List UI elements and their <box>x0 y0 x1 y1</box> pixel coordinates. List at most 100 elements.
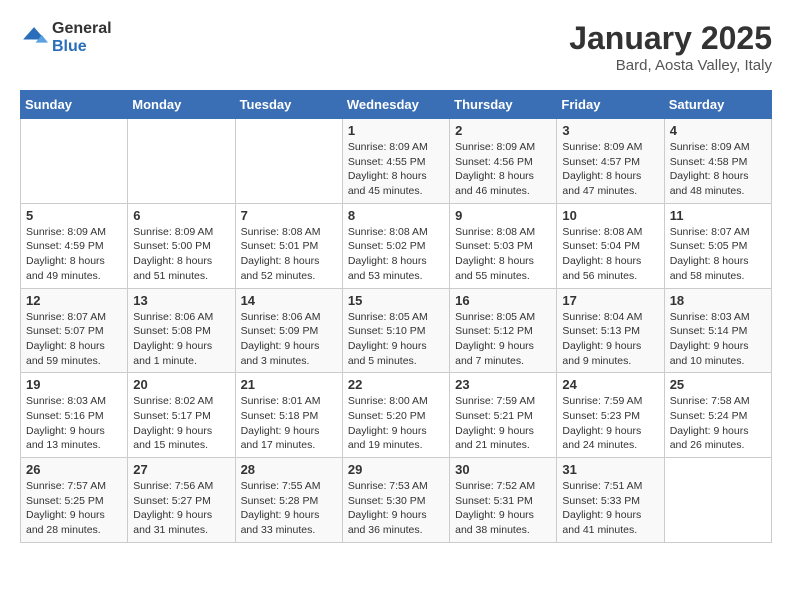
calendar-cell: 13 Sunrise: 8:06 AM Sunset: 5:08 PM Dayli… <box>128 288 235 373</box>
day-number: 22 <box>348 377 444 392</box>
day-info: Sunrise: 8:09 AM Sunset: 4:58 PM Dayligh… <box>670 140 766 199</box>
logo: General Blue <box>20 20 112 55</box>
day-info: Sunrise: 8:05 AM Sunset: 5:10 PM Dayligh… <box>348 310 444 369</box>
logo-icon <box>20 24 48 52</box>
calendar-cell: 16Sunrise: 8:05 AM Sunset: 5:12 PM Dayli… <box>450 288 557 373</box>
day-number: 7 <box>241 208 337 223</box>
day-info: Sunrise: 8:09 AM Sunset: 4:56 PM Dayligh… <box>455 140 551 199</box>
calendar-body: 1 Sunrise: 8:09 AM Sunset: 4:55 PM Daylig… <box>21 119 772 543</box>
calendar-cell: 19 Sunrise: 8:03 AM Sunset: 5:16 PM Dayli… <box>21 373 128 458</box>
day-header-tuesday: Tuesday <box>235 91 342 119</box>
location: Bard, Aosta Valley, Italy <box>569 57 772 74</box>
calendar-cell: 15Sunrise: 8:05 AM Sunset: 5:10 PM Dayli… <box>342 288 449 373</box>
calendar-cell <box>128 119 235 204</box>
day-info: Sunrise: 7:59 AM Sunset: 5:21 PM Dayligh… <box>455 394 551 453</box>
day-info: Sunrise: 7:57 AM Sunset: 5:25 PM Dayligh… <box>26 479 122 538</box>
day-info: Sunrise: 8:06 AM Sunset: 5:09 PM Dayligh… <box>241 310 337 369</box>
day-number: 24 <box>562 377 658 392</box>
day-info: Sunrise: 8:03 AM Sunset: 5:16 PM Dayligh… <box>26 394 122 453</box>
day-number: 21 <box>241 377 337 392</box>
calendar-cell: 3 Sunrise: 8:09 AM Sunset: 4:57 PM Daylig… <box>557 119 664 204</box>
day-info: Sunrise: 8:09 AM Sunset: 4:59 PM Dayligh… <box>26 225 122 284</box>
day-number: 31 <box>562 462 658 477</box>
day-number: 20 <box>133 377 229 392</box>
day-number: 11 <box>670 208 766 223</box>
day-info: Sunrise: 8:00 AM Sunset: 5:20 PM Dayligh… <box>348 394 444 453</box>
calendar-cell: 25Sunrise: 7:58 AM Sunset: 5:24 PM Dayli… <box>664 373 771 458</box>
day-number: 30 <box>455 462 551 477</box>
day-header-monday: Monday <box>128 91 235 119</box>
calendar-cell: 30Sunrise: 7:52 AM Sunset: 5:31 PM Dayli… <box>450 458 557 543</box>
day-number: 29 <box>348 462 444 477</box>
calendar-cell: 20 Sunrise: 8:02 AM Sunset: 5:17 PM Dayli… <box>128 373 235 458</box>
week-row-3: 12 Sunrise: 8:07 AM Sunset: 5:07 PM Dayli… <box>21 288 772 373</box>
calendar-cell: 11Sunrise: 8:07 AM Sunset: 5:05 PM Dayli… <box>664 203 771 288</box>
day-number: 14 <box>241 293 337 308</box>
calendar-cell: 10Sunrise: 8:08 AM Sunset: 5:04 PM Dayli… <box>557 203 664 288</box>
day-info: Sunrise: 8:01 AM Sunset: 5:18 PM Dayligh… <box>241 394 337 453</box>
day-info: Sunrise: 8:08 AM Sunset: 5:04 PM Dayligh… <box>562 225 658 284</box>
day-info: Sunrise: 8:08 AM Sunset: 5:03 PM Dayligh… <box>455 225 551 284</box>
day-info: Sunrise: 7:55 AM Sunset: 5:28 PM Dayligh… <box>241 479 337 538</box>
day-number: 1 <box>348 123 444 138</box>
day-number: 17 <box>562 293 658 308</box>
day-number: 8 <box>348 208 444 223</box>
calendar-cell: 9 Sunrise: 8:08 AM Sunset: 5:03 PM Daylig… <box>450 203 557 288</box>
calendar-cell: 8 Sunrise: 8:08 AM Sunset: 5:02 PM Daylig… <box>342 203 449 288</box>
calendar-cell: 17 Sunrise: 8:04 AM Sunset: 5:13 PM Dayli… <box>557 288 664 373</box>
day-info: Sunrise: 8:09 AM Sunset: 5:00 PM Dayligh… <box>133 225 229 284</box>
calendar-cell <box>235 119 342 204</box>
week-row-4: 19 Sunrise: 8:03 AM Sunset: 5:16 PM Dayli… <box>21 373 772 458</box>
day-header-saturday: Saturday <box>664 91 771 119</box>
days-header-row: SundayMondayTuesdayWednesdayThursdayFrid… <box>21 91 772 119</box>
day-info: Sunrise: 8:09 AM Sunset: 4:55 PM Dayligh… <box>348 140 444 199</box>
calendar-cell: 26 Sunrise: 7:57 AM Sunset: 5:25 PM Dayli… <box>21 458 128 543</box>
day-number: 26 <box>26 462 122 477</box>
day-number: 9 <box>455 208 551 223</box>
day-number: 2 <box>455 123 551 138</box>
day-header-friday: Friday <box>557 91 664 119</box>
day-number: 12 <box>26 293 122 308</box>
calendar-cell: 5Sunrise: 8:09 AM Sunset: 4:59 PM Daylig… <box>21 203 128 288</box>
day-info: Sunrise: 7:59 AM Sunset: 5:23 PM Dayligh… <box>562 394 658 453</box>
day-number: 23 <box>455 377 551 392</box>
day-header-wednesday: Wednesday <box>342 91 449 119</box>
calendar-cell: 21 Sunrise: 8:01 AM Sunset: 5:18 PM Dayli… <box>235 373 342 458</box>
day-info: Sunrise: 8:04 AM Sunset: 5:13 PM Dayligh… <box>562 310 658 369</box>
day-number: 25 <box>670 377 766 392</box>
day-number: 6 <box>133 208 229 223</box>
day-number: 16 <box>455 293 551 308</box>
calendar-cell: 1 Sunrise: 8:09 AM Sunset: 4:55 PM Daylig… <box>342 119 449 204</box>
day-header-thursday: Thursday <box>450 91 557 119</box>
day-info: Sunrise: 8:09 AM Sunset: 4:57 PM Dayligh… <box>562 140 658 199</box>
day-info: Sunrise: 8:06 AM Sunset: 5:08 PM Dayligh… <box>133 310 229 369</box>
day-info: Sunrise: 8:02 AM Sunset: 5:17 PM Dayligh… <box>133 394 229 453</box>
week-row-5: 26 Sunrise: 7:57 AM Sunset: 5:25 PM Dayli… <box>21 458 772 543</box>
calendar-table: SundayMondayTuesdayWednesdayThursdayFrid… <box>20 90 772 543</box>
day-info: Sunrise: 8:07 AM Sunset: 5:07 PM Dayligh… <box>26 310 122 369</box>
calendar-cell: 14 Sunrise: 8:06 AM Sunset: 5:09 PM Dayli… <box>235 288 342 373</box>
day-info: Sunrise: 7:56 AM Sunset: 5:27 PM Dayligh… <box>133 479 229 538</box>
week-row-2: 5Sunrise: 8:09 AM Sunset: 4:59 PM Daylig… <box>21 203 772 288</box>
day-number: 27 <box>133 462 229 477</box>
calendar-cell: 29Sunrise: 7:53 AM Sunset: 5:30 PM Dayli… <box>342 458 449 543</box>
week-row-1: 1 Sunrise: 8:09 AM Sunset: 4:55 PM Daylig… <box>21 119 772 204</box>
month-title: January 2025 <box>569 20 772 57</box>
calendar-cell: 24 Sunrise: 7:59 AM Sunset: 5:23 PM Dayli… <box>557 373 664 458</box>
day-header-sunday: Sunday <box>21 91 128 119</box>
logo-blue-text: Blue <box>52 38 112 56</box>
calendar-cell: 28Sunrise: 7:55 AM Sunset: 5:28 PM Dayli… <box>235 458 342 543</box>
logo-general-text: General <box>52 20 112 38</box>
calendar-cell: 12 Sunrise: 8:07 AM Sunset: 5:07 PM Dayli… <box>21 288 128 373</box>
day-number: 13 <box>133 293 229 308</box>
day-info: Sunrise: 8:08 AM Sunset: 5:01 PM Dayligh… <box>241 225 337 284</box>
day-number: 3 <box>562 123 658 138</box>
calendar-cell: 18Sunrise: 8:03 AM Sunset: 5:14 PM Dayli… <box>664 288 771 373</box>
calendar-cell <box>664 458 771 543</box>
day-info: Sunrise: 8:08 AM Sunset: 5:02 PM Dayligh… <box>348 225 444 284</box>
day-number: 19 <box>26 377 122 392</box>
calendar-cell <box>21 119 128 204</box>
calendar-cell: 2 Sunrise: 8:09 AM Sunset: 4:56 PM Daylig… <box>450 119 557 204</box>
calendar-cell: 7 Sunrise: 8:08 AM Sunset: 5:01 PM Daylig… <box>235 203 342 288</box>
calendar-cell: 4Sunrise: 8:09 AM Sunset: 4:58 PM Daylig… <box>664 119 771 204</box>
